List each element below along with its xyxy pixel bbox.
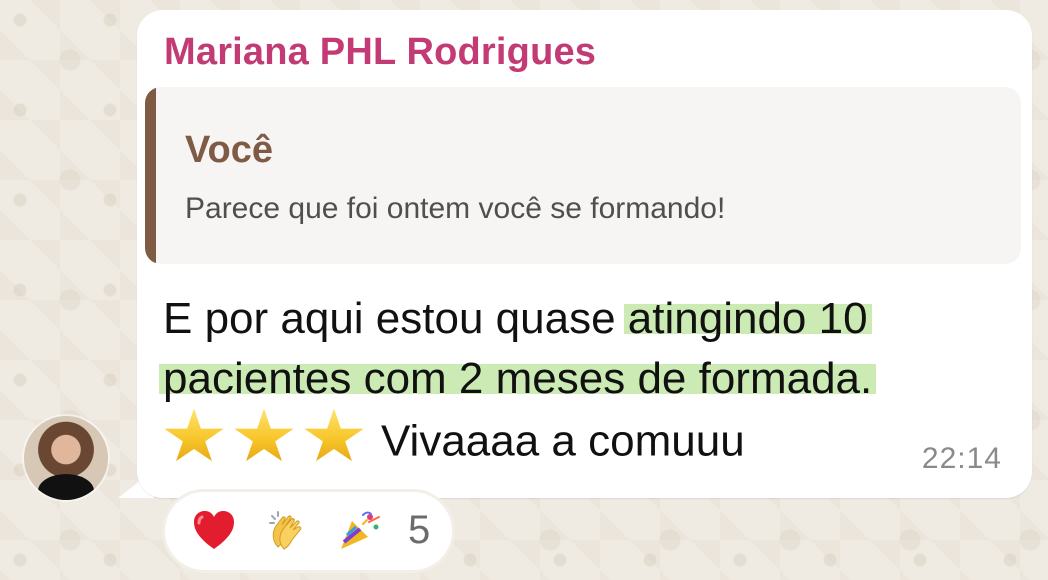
message-line-1: E por aqui estou quase atingindo 10 [163, 289, 943, 349]
sender-avatar[interactable] [24, 416, 108, 500]
message-timestamp: 22:14 [921, 442, 1002, 475]
reaction-count: 5 [408, 508, 431, 552]
highlighted-text-2: pacientes com 2 meses de formada. [159, 354, 877, 403]
star-icon [234, 408, 294, 462]
message-bubble[interactable]: Mariana PHL Rodrigues Você Parece que fo… [137, 10, 1032, 498]
reaction-pill[interactable]: 5 [165, 492, 452, 570]
quote-accent-bar [145, 87, 156, 264]
star-emoji-group [163, 408, 365, 470]
highlighted-text-1: atingindo 10 [623, 294, 872, 343]
star-icon [304, 408, 364, 462]
message-text-line-3: Vivaaaa a comuuu [381, 416, 745, 466]
message-line-3: Vivaaaa a comuuu [163, 408, 943, 471]
message-line-2: pacientes com 2 meses de formada. [159, 349, 943, 409]
party-popper-icon [341, 511, 380, 549]
heart-icon [194, 511, 234, 549]
quoted-text: Parece que foi ontem você se formando! [185, 192, 726, 225]
message-text: E por aqui estou quase atingindo 10 paci… [159, 289, 943, 471]
message-text-prefix: E por aqui estou quase [163, 294, 628, 343]
clapping-hands-icon [269, 511, 302, 550]
quoted-message[interactable]: Você Parece que foi ontem você se forman… [145, 87, 1021, 264]
quoted-author: Você [185, 129, 274, 171]
sender-name[interactable]: Mariana PHL Rodrigues [164, 31, 596, 74]
star-icon [164, 408, 224, 462]
